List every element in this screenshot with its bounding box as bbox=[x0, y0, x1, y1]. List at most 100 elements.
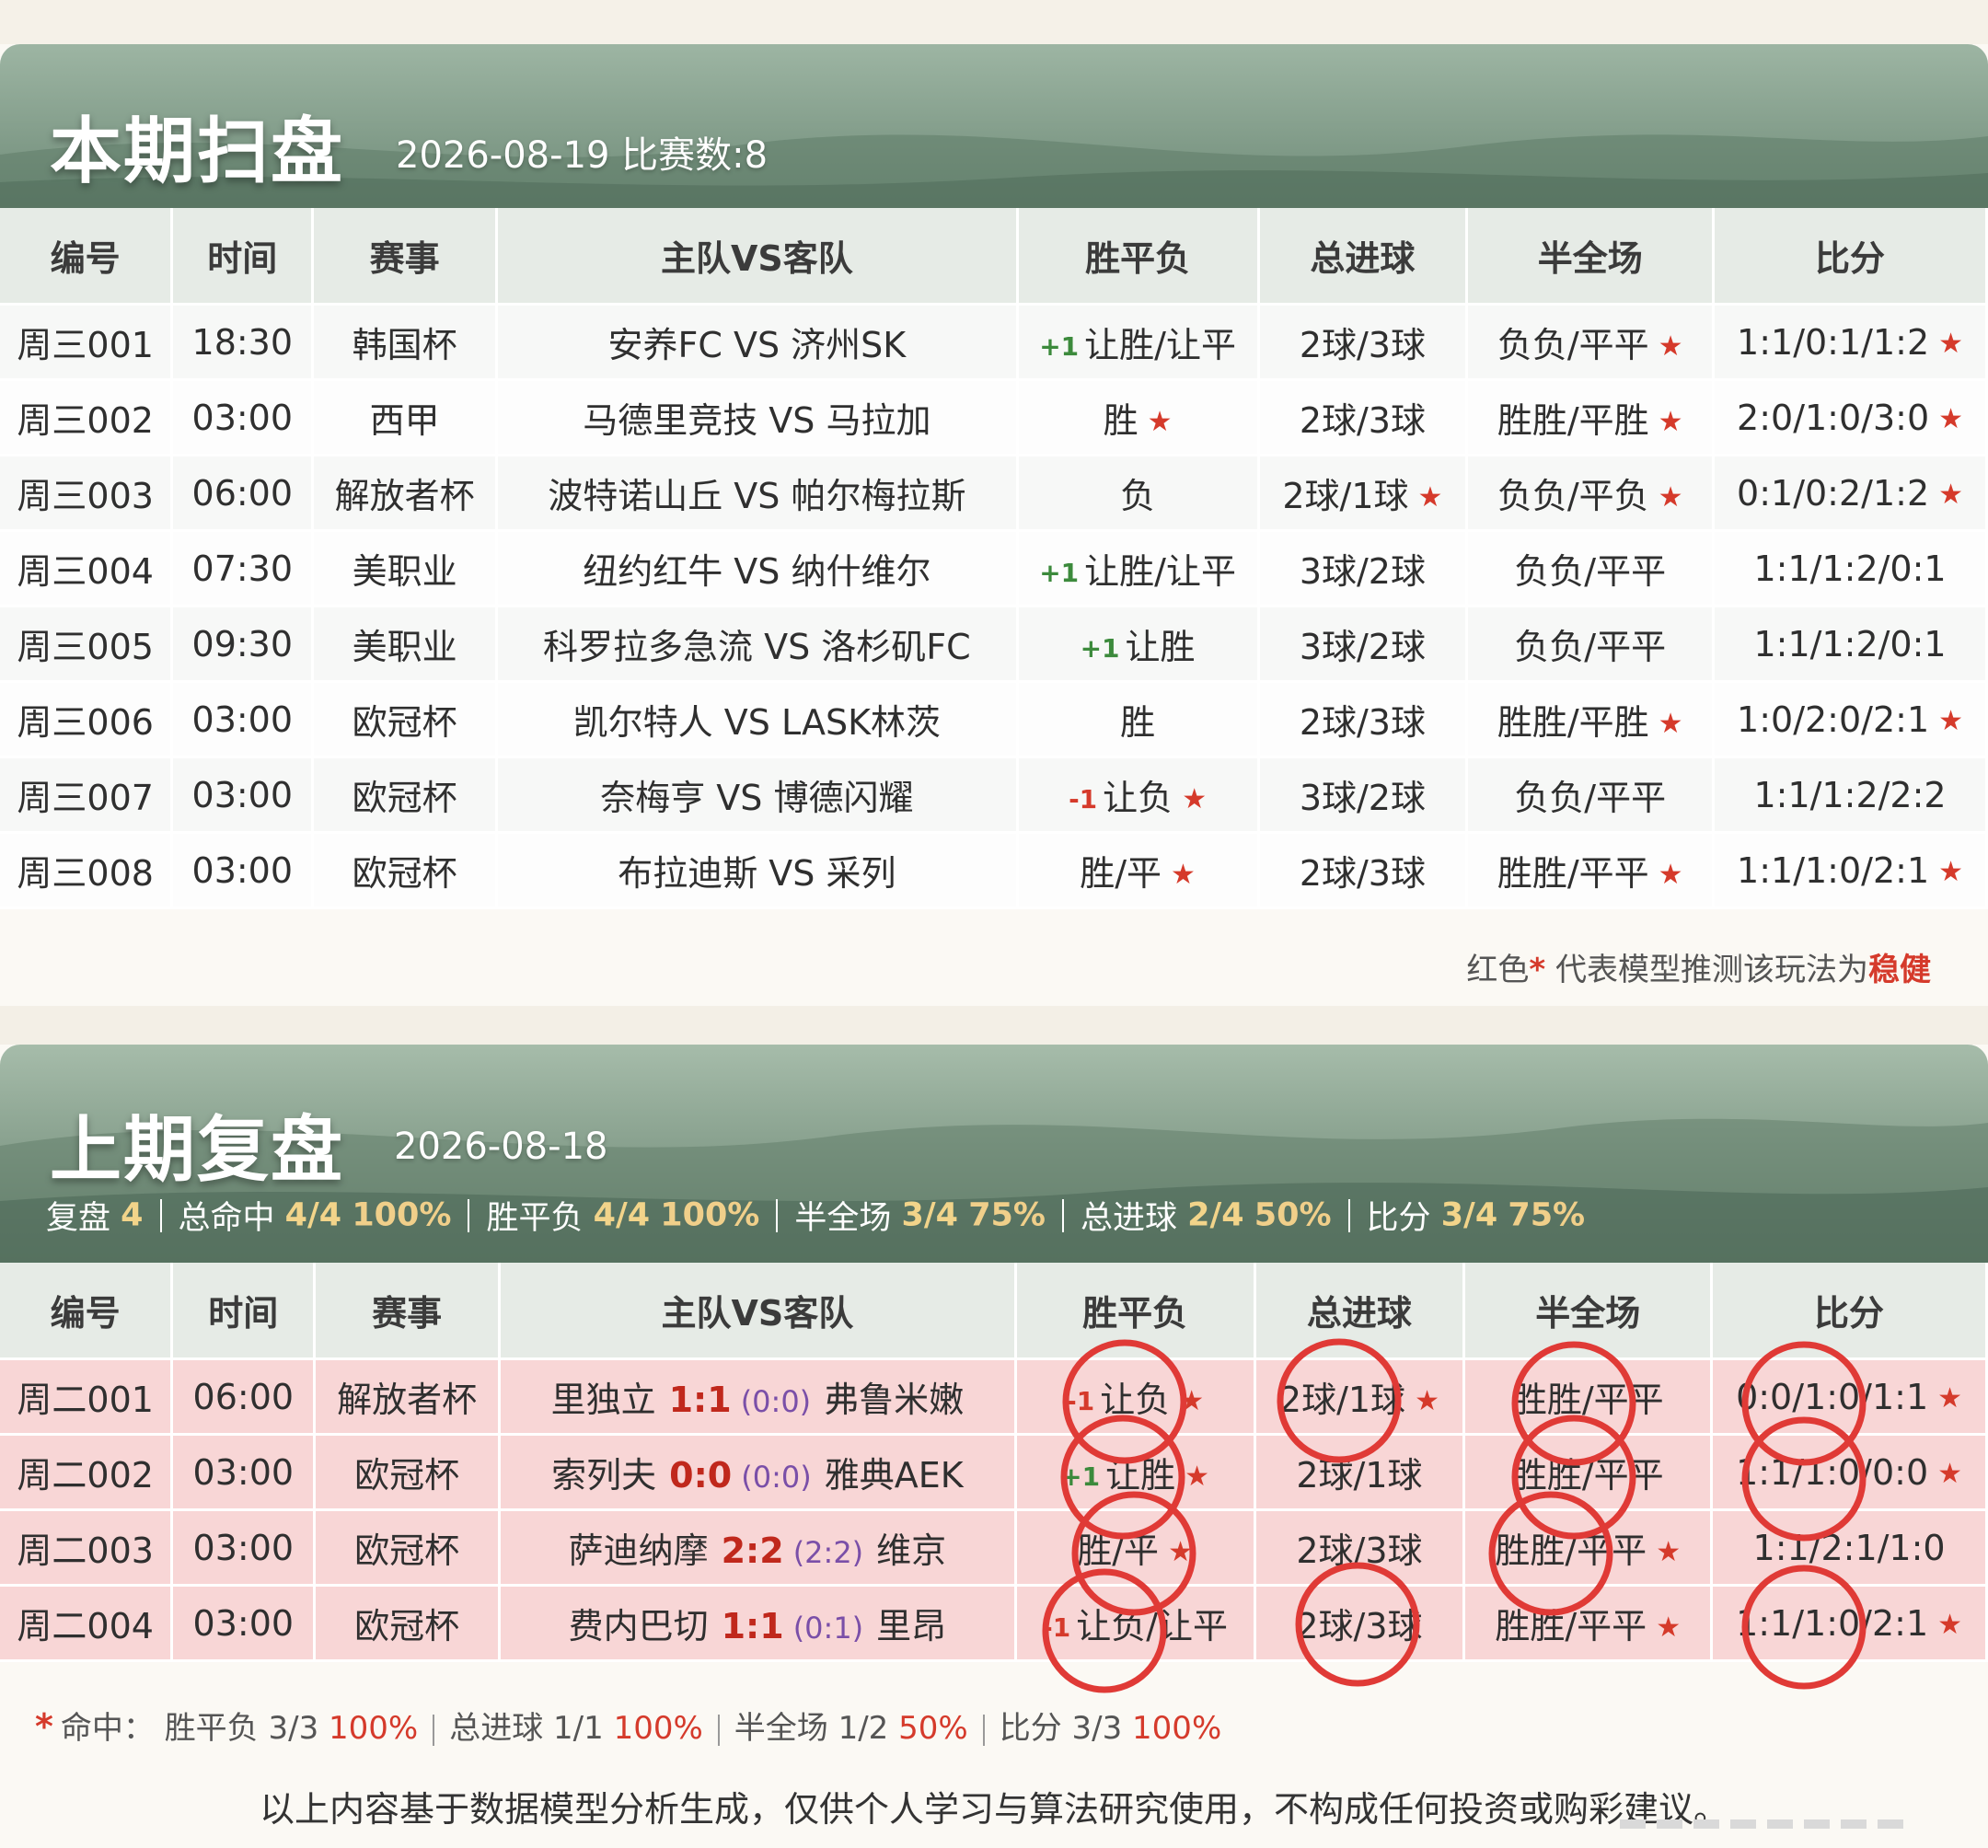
htft-cell-text: 胜胜/平胜 bbox=[1497, 400, 1649, 441]
league: 解放者杯 bbox=[314, 1358, 502, 1436]
review-stats-bar: 复盘 4 总命中 4/4 100% 胜平负 4/4 100% 半全场 3/4 75% 总… bbox=[46, 1192, 1585, 1239]
table-row: 周三006 03:00 欧冠杯 凯尔特人 VS LASK林茨胜 2球/3球 胜胜/平胜 ★ 1… bbox=[0, 681, 1988, 758]
table-row: 周二001 06:00 解放者杯 里独立 1:1 (0:0) 弗鲁米嫩 -1 让负 ★ 2球/1球 ★… bbox=[0, 1358, 1988, 1436]
wdl-cell: 胜/平 ★ bbox=[1017, 832, 1260, 909]
hit-name: 总进球 1/1 bbox=[449, 1710, 604, 1747]
score-cell-text: 1:1/1:2/0:1 bbox=[1753, 548, 1947, 589]
htft-cell: 胜胜/平平 ★ bbox=[1463, 1585, 1714, 1662]
score-cell-text: 0:0/1:0/1:1 bbox=[1736, 1376, 1929, 1417]
star-icon: ★ bbox=[1656, 1536, 1682, 1568]
htft-cell: 负负/平平 bbox=[1466, 757, 1716, 834]
goals-cell-text: 2球/1球 bbox=[1296, 1455, 1423, 1496]
match-id: 周三006 bbox=[0, 681, 174, 758]
teams: 奈梅亨 VS 博德闪耀 bbox=[496, 757, 1019, 834]
league: 西甲 bbox=[312, 379, 499, 456]
htft-cell: 负负/平平 bbox=[1466, 530, 1716, 607]
legend-prefix: 红色 bbox=[1466, 952, 1530, 988]
hit-name: 比分 3/3 bbox=[999, 1710, 1123, 1747]
hit-percent: 100% bbox=[1132, 1710, 1222, 1747]
stat-value: 4/4 bbox=[284, 1196, 342, 1234]
score-cell: 1:1/1:0/2:1 ★ bbox=[1713, 832, 1988, 909]
table-row: 周三007 03:00 欧冠杯 奈梅亨 VS 博德闪耀 -1 让负 ★ 3球/2球 负负/平平 1… bbox=[0, 757, 1988, 834]
handicap-badge: +1 bbox=[1039, 331, 1080, 362]
stat-percent: 75% bbox=[1508, 1196, 1586, 1234]
star-icon: ★ bbox=[1938, 327, 1964, 360]
previous-table: 编号 时间 赛事 主队VS客队 胜平负 总进球 半全场 比分 周二001 06:0… bbox=[0, 1263, 1988, 1662]
stat-label: 胜平负 bbox=[486, 1200, 584, 1237]
stat-separator bbox=[1061, 1198, 1064, 1232]
htft-cell-text: 胜胜/平平 bbox=[1497, 853, 1649, 894]
star-icon: ★ bbox=[1938, 704, 1964, 737]
handicap-badge: -1 bbox=[1042, 1612, 1071, 1643]
wdl-text: 负 bbox=[1120, 476, 1156, 516]
teams-result: 费内巴切 1:1 (0:1) 里昂 bbox=[499, 1585, 1017, 1662]
league: 韩国杯 bbox=[312, 304, 499, 381]
score-cell-text: 1:0/2:0/2:1 bbox=[1737, 699, 1930, 740]
goals-cell: 2球/3球 bbox=[1258, 379, 1469, 456]
top-strip bbox=[0, 0, 1988, 44]
htft-cell-text: 负负/平负 bbox=[1497, 476, 1649, 516]
home-team: 萨迪纳摩 bbox=[568, 1530, 709, 1571]
previous-header: 上期复盘 2026-08-18 复盘 4 总命中 4/4 100% 胜平负 4/4 … bbox=[0, 1045, 1988, 1263]
teams: 马德里竞技 VS 马拉加 bbox=[496, 379, 1019, 456]
htft-cell: 负负/平平 bbox=[1466, 606, 1716, 683]
goals-cell-text: 2球/1球 bbox=[1278, 1380, 1406, 1420]
current-header: 本期扫盘 2026-08-19 比赛数:8 bbox=[0, 44, 1988, 208]
score-cell: 0:0/1:0/1:1 ★ bbox=[1711, 1358, 1988, 1436]
col-header-wdl: 胜平负 bbox=[1017, 208, 1260, 306]
halftime-score: (0:0) bbox=[741, 1460, 812, 1495]
htft-cell: 胜胜/平平 ★ bbox=[1466, 832, 1716, 909]
col-header-match: 主队VS客队 bbox=[499, 1263, 1017, 1360]
match-id: 周三002 bbox=[0, 379, 174, 456]
htft-cell-text: 负负/平平 bbox=[1497, 325, 1649, 365]
match-id: 周二001 bbox=[0, 1358, 174, 1436]
match-id: 周三008 bbox=[0, 832, 174, 909]
score-cell: 0:1/0:2/1:2 ★ bbox=[1713, 455, 1988, 532]
htft-cell-text: 胜胜/平平 bbox=[1495, 1606, 1647, 1646]
match-time: 07:30 bbox=[171, 530, 315, 607]
halftime-score: (0:1) bbox=[792, 1611, 864, 1646]
col-header-htft: 半全场 bbox=[1466, 208, 1716, 306]
goals-cell: 2球/1球 ★ bbox=[1254, 1358, 1466, 1436]
stat-percent: 75% bbox=[968, 1196, 1046, 1234]
teams: 纽约红牛 VS 纳什维尔 bbox=[496, 530, 1019, 607]
match-time: 06:00 bbox=[171, 455, 315, 532]
hit-separator bbox=[433, 1714, 435, 1746]
goals-cell-text: 2球/3球 bbox=[1296, 1606, 1423, 1646]
htft-cell-text: 负负/平平 bbox=[1514, 627, 1667, 667]
wdl-text: 让负 bbox=[1103, 778, 1173, 818]
away-team: 维京 bbox=[876, 1530, 947, 1571]
watermark-strip bbox=[1620, 1815, 1970, 1829]
away-team: 弗鲁米嫩 bbox=[824, 1380, 965, 1420]
match-time: 09:30 bbox=[171, 606, 315, 683]
stat-value: 3/4 bbox=[1440, 1196, 1498, 1234]
teams: 布拉迪斯 VS 采列 bbox=[496, 832, 1019, 909]
star-icon: ★ bbox=[1417, 481, 1443, 514]
htft-cell-text: 胜胜/平胜 bbox=[1497, 702, 1649, 743]
teams-result: 里独立 1:1 (0:0) 弗鲁米嫩 bbox=[499, 1358, 1017, 1436]
col-header-htft: 半全场 bbox=[1463, 1263, 1714, 1360]
col-header-time: 时间 bbox=[171, 1263, 317, 1360]
table-row: 周三005 09:30 美职业 科罗拉多急流 VS 洛杉矶FC +1 让胜 3球/2球 负负/… bbox=[0, 606, 1988, 683]
stat-label: 总命中 bbox=[178, 1200, 275, 1237]
legend-emphasis: 稳健 bbox=[1868, 952, 1931, 988]
star-icon: ★ bbox=[1937, 1608, 1963, 1641]
score-cell: 1:1/1:2/0:1 bbox=[1713, 606, 1988, 683]
score-cell: 1:1/2:1/1:0 bbox=[1711, 1509, 1988, 1587]
score-cell-text: 1:1/1:2/2:2 bbox=[1753, 774, 1947, 815]
score-cell-text: 1:1/1:2/0:1 bbox=[1753, 623, 1947, 664]
table-row: 周三003 06:00 解放者杯 波特诺山丘 VS 帕尔梅拉斯负 2球/1球 ★ 负负/平负… bbox=[0, 455, 1988, 532]
star-icon: ★ bbox=[1171, 859, 1196, 891]
col-header-id: 编号 bbox=[0, 208, 174, 306]
htft-cell: 胜胜/平平 bbox=[1463, 1358, 1714, 1436]
star-icon: ★ bbox=[1938, 855, 1964, 888]
final-score: 1:1 bbox=[721, 1606, 784, 1646]
handicap-badge: -1 bbox=[1069, 784, 1098, 814]
goals-cell: 2球/3球 bbox=[1258, 832, 1469, 909]
current-table: 编号 时间 赛事 主队VS客队 胜平负 总进球 半全场 比分 周三001 18:3… bbox=[0, 208, 1988, 909]
goals-cell: 2球/1球 bbox=[1254, 1434, 1466, 1511]
handicap-badge: +1 bbox=[1039, 558, 1080, 588]
htft-cell: 胜胜/平平 ★ bbox=[1463, 1509, 1714, 1587]
legend-note: 红色* 代表模型推测该玩法为稳健 bbox=[1466, 944, 1931, 989]
col-header-league: 赛事 bbox=[312, 208, 499, 306]
